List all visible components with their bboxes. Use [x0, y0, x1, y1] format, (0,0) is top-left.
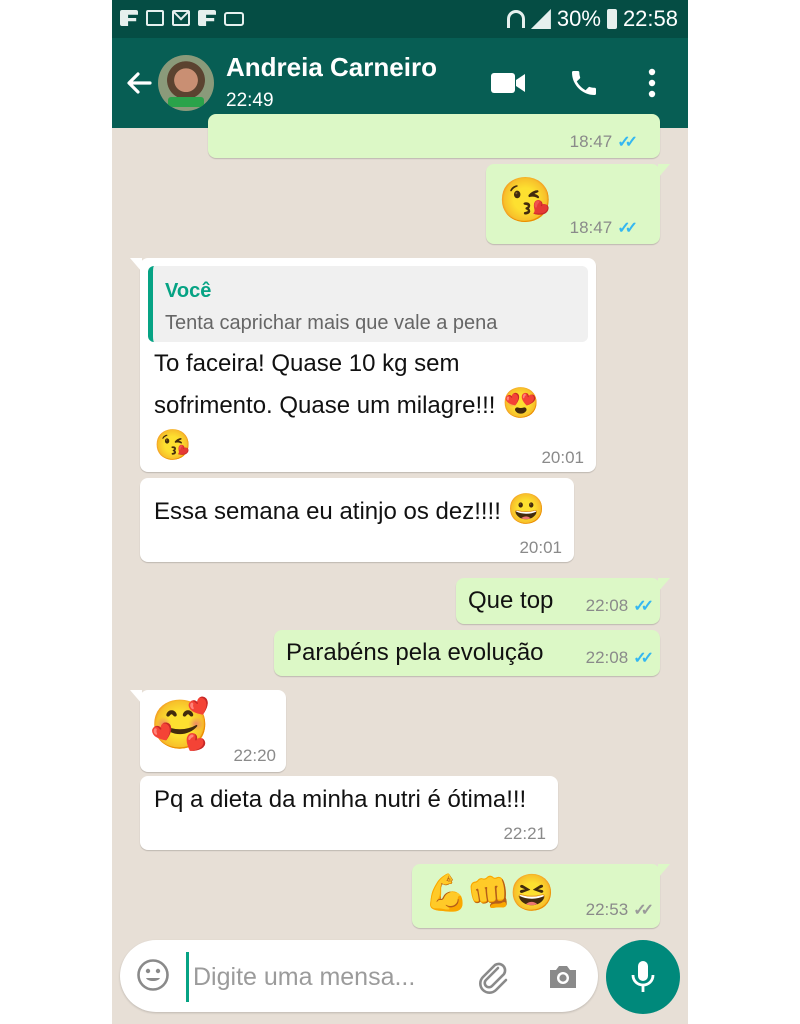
read-ticks-icon: ✓✓	[633, 598, 654, 615]
message-time: 20:01	[519, 538, 562, 557]
read-ticks-icon: ✓✓	[617, 220, 638, 237]
message-meta: 22:08 ✓✓	[585, 596, 654, 616]
battery-percent: 30%	[556, 6, 601, 31]
message-time: 22:53	[585, 900, 629, 919]
status-time: 22:58	[622, 6, 678, 31]
mic-icon[interactable]	[606, 940, 680, 1014]
message-text: Parabéns pela evolução	[286, 639, 544, 666]
message-bubble-outgoing[interactable]: 💪👊😆 22:53 ✓✓	[412, 864, 670, 928]
wifi-icon	[506, 10, 525, 28]
last-seen: 22:49	[226, 90, 274, 111]
contact-avatar[interactable]	[158, 55, 214, 111]
more-options-icon[interactable]	[632, 63, 672, 103]
message-input[interactable]	[186, 952, 455, 1002]
message-time: 22:20	[233, 746, 276, 765]
notification-icons	[120, 10, 244, 26]
kiss-emoji: 😘	[154, 429, 192, 462]
message-bubble-outgoing[interactable]: 18:47 ✓✓	[208, 114, 660, 158]
message-bubble-incoming[interactable]: 🥰 22:20	[130, 690, 286, 772]
heart-eyes-emoji: 😍	[502, 387, 540, 420]
status-bar: 30% 22:58	[112, 0, 688, 38]
message-text-line-2: sofrimento. Quase um milagre!!! 😍	[154, 386, 540, 421]
message-emoji: 💪👊😆	[424, 872, 554, 913]
voicemail-notification-icon	[224, 12, 244, 26]
message-text: Essa semana eu atinjo os dez!!!! 😀	[154, 492, 545, 527]
bubble-tail	[130, 690, 142, 704]
phone-icon[interactable]	[564, 63, 604, 103]
bubble-tail	[658, 864, 670, 878]
message-bubble-incoming[interactable]: Essa semana eu atinjo os dez!!!! 😀 20:01	[140, 478, 574, 562]
message-text: Pq a dieta da minha nutri é ótima!!!	[154, 786, 527, 813]
message-bubble-outgoing[interactable]: Parabéns pela evolução 22:08 ✓✓	[274, 630, 660, 676]
video-call-icon[interactable]	[488, 63, 528, 103]
calendar-notification-icon	[146, 10, 164, 26]
message-composer	[120, 940, 598, 1012]
read-ticks-icon: ✓✓	[617, 134, 638, 151]
flipboard-notification-icon-2	[198, 10, 216, 26]
camera-icon[interactable]	[546, 960, 580, 994]
message-text-content: Essa semana eu atinjo os dez!!!!	[154, 498, 501, 525]
delivered-ticks-icon: ✓✓	[633, 902, 654, 919]
quoted-message[interactable]: Você Tenta caprichar mais que vale a pen…	[148, 266, 588, 342]
bubble-tail	[658, 164, 670, 178]
flipboard-notification-icon	[120, 10, 138, 26]
contact-name[interactable]: Andreia Carneiro	[226, 52, 437, 83]
emoji-icon[interactable]	[136, 958, 170, 992]
message-meta: 18:47 ✓✓	[569, 132, 638, 152]
message-meta: 20:01	[541, 448, 584, 468]
message-text-line-2-text: sofrimento. Quase um milagre!!!	[154, 392, 496, 419]
message-bubble-outgoing[interactable]: Que top 22:08 ✓✓	[456, 578, 670, 624]
message-text-line-1: To faceira! Quase 10 kg sem	[154, 350, 460, 377]
message-meta: 20:01	[519, 538, 562, 558]
bubble-tail	[658, 578, 670, 592]
message-meta: 22:20	[233, 746, 276, 766]
back-arrow-icon[interactable]	[122, 66, 156, 100]
chat-messages[interactable]: 18:47 ✓✓ 😘 18:47 ✓✓ Você Tenta caprichar…	[112, 114, 688, 940]
message-time: 22:21	[503, 824, 546, 843]
quote-author: Você	[165, 280, 212, 302]
message-bubble-incoming[interactable]: Pq a dieta da minha nutri é ótima!!! 22:…	[140, 776, 558, 850]
message-text: Que top	[468, 587, 554, 614]
message-time: 22:08	[585, 648, 629, 667]
read-ticks-icon: ✓✓	[633, 650, 654, 667]
message-meta: 22:21	[503, 824, 546, 844]
system-status: 30% 22:58	[506, 6, 678, 32]
bubble-tail	[130, 258, 142, 272]
mail-notification-icon	[172, 10, 190, 26]
attach-icon[interactable]	[476, 960, 510, 994]
message-meta: 22:08 ✓✓	[585, 648, 654, 668]
phone-screen: 30% 22:58 Andreia Carneiro 22:49 18:47 ✓…	[112, 0, 688, 1024]
message-meta: 22:53 ✓✓	[585, 900, 654, 920]
quote-text: Tenta caprichar mais que vale a pena	[165, 312, 498, 334]
grin-emoji: 😀	[507, 493, 545, 526]
message-bubble-incoming[interactable]: Você Tenta caprichar mais que vale a pen…	[130, 258, 596, 472]
battery-icon	[606, 9, 617, 29]
message-time: 22:08	[585, 596, 629, 615]
message-time: 18:47	[569, 218, 613, 237]
message-emoji: 😘	[498, 176, 553, 225]
message-emoji: 🥰	[150, 699, 210, 752]
message-meta: 18:47 ✓✓	[569, 218, 638, 238]
message-time: 20:01	[541, 448, 584, 467]
signal-icon	[530, 9, 551, 29]
message-bubble-outgoing[interactable]: 😘 18:47 ✓✓	[486, 164, 670, 244]
message-time: 18:47	[569, 132, 613, 151]
